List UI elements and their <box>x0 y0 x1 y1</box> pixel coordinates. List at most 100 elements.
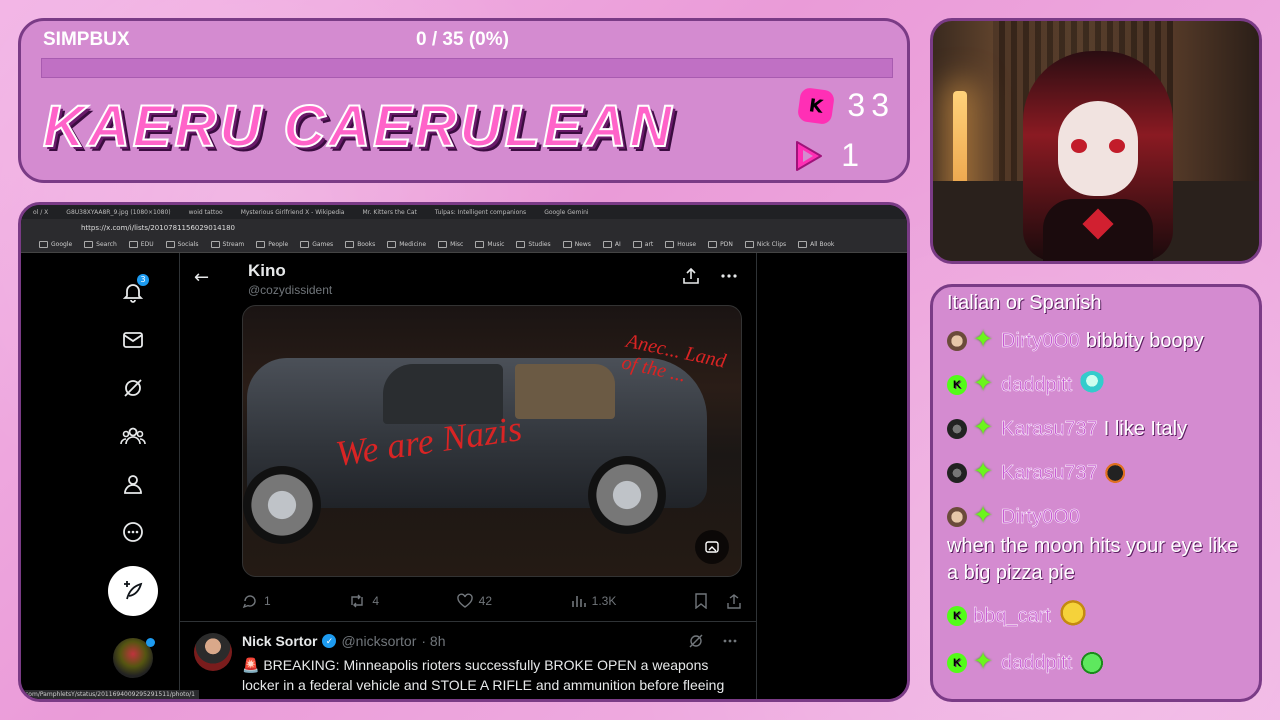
kick-followers-stat: K 33 <box>797 86 895 125</box>
bookmark-folder[interactable]: AI <box>603 241 621 248</box>
bookmarks-bar: Google Search EDU Socials Stream People … <box>21 237 907 253</box>
author-handle[interactable]: @nicksortor <box>341 633 416 649</box>
bookmark-folder[interactable]: PDN <box>708 241 733 248</box>
bookmark-folder[interactable]: Music <box>475 241 504 248</box>
url-text[interactable]: https://x.com/i/lists/201078115602901418… <box>81 224 235 232</box>
all-bookmarks[interactable]: All Book <box>798 241 834 248</box>
repost-count: 4 <box>372 594 380 608</box>
profile-icon <box>124 475 142 494</box>
address-bar[interactable]: https://x.com/i/lists/201078115602901418… <box>21 219 907 237</box>
reply-button[interactable]: 1 <box>242 593 271 609</box>
bookmark-folder[interactable]: Stream <box>211 241 245 248</box>
sparkle-badge-icon: ✦ <box>973 648 994 675</box>
back-arrow-icon[interactable]: ← <box>194 267 209 288</box>
user-avatar-badge <box>947 463 967 483</box>
bookmark-folder[interactable]: Misc <box>438 241 463 248</box>
author-avatar[interactable] <box>194 633 232 671</box>
communities-nav[interactable] <box>109 412 157 460</box>
more-circle-icon <box>123 522 143 542</box>
browser-tab[interactable]: ol / X <box>33 209 48 216</box>
like-button[interactable]: 42 <box>456 593 492 609</box>
bookmark-folder[interactable]: Medicine <box>387 241 426 248</box>
emote-icon <box>1056 600 1089 632</box>
timeline: ← Kino @cozydissident We are Nazis Anec.… <box>179 253 757 699</box>
bookmark-folder[interactable]: art <box>633 241 654 248</box>
chat-messages: Italian or Spanish ✦ Dirty0O0 bibbity bo… <box>947 289 1253 677</box>
chat-username: Dirty0O0 <box>1001 505 1080 528</box>
user-avatar-badge <box>947 331 967 351</box>
browser-tab[interactable]: Mr. Kitters the Cat <box>362 209 416 216</box>
mail-icon <box>123 332 143 348</box>
list-header: ← Kino @cozydissident <box>180 253 756 305</box>
vtuber-eye <box>1071 139 1087 153</box>
compose-post-button[interactable] <box>108 566 158 616</box>
tweet-header: Nick Sortor ✓ @nicksortor · 8h <box>242 633 446 649</box>
bookmark-share-group <box>694 593 742 609</box>
kick-icon: K <box>797 86 836 125</box>
share-icon[interactable] <box>682 267 700 285</box>
tweet-text: 🚨 BREAKING: Minneapolis rioters successf… <box>242 657 725 693</box>
grok-nav[interactable] <box>109 364 157 412</box>
chat-message: when the moon hits your eye like a big p… <box>947 533 1253 587</box>
webcam-panel <box>930 18 1262 264</box>
sparkle-badge-icon: ✦ <box>973 414 994 441</box>
reply-count: 1 <box>264 594 271 608</box>
chat-username: daddpitt <box>1001 373 1073 396</box>
profile-nav[interactable] <box>109 460 157 508</box>
bookmark-folder[interactable]: Google <box>39 241 72 248</box>
user-avatar-badge <box>947 507 967 527</box>
bookmark-icon[interactable] <box>694 593 708 609</box>
chat-username: Karasu737 <box>1001 417 1098 440</box>
simpbux-label: SIMPBUX <box>43 29 130 50</box>
tweet-header-icons <box>688 633 738 649</box>
browser-tab[interactable]: Tulpas: Intelligent companions <box>435 209 526 216</box>
browser-tab[interactable]: Google Gemini <box>544 209 588 216</box>
bookmark-folder[interactable]: Studies <box>516 241 550 248</box>
chat-message: K ✦ daddpitt <box>947 649 1253 677</box>
messages-nav[interactable] <box>109 316 157 364</box>
tweet-time[interactable]: · 8h <box>421 633 445 649</box>
verified-badge-icon: ✓ <box>322 634 337 648</box>
chat-message: Italian or Spanish <box>947 289 1253 317</box>
emote-icon <box>1103 459 1132 487</box>
chat-username: Karasu737 <box>1001 461 1098 484</box>
more-dots-icon[interactable] <box>720 267 738 285</box>
author-name[interactable]: Nick Sortor <box>242 633 317 649</box>
more-nav[interactable] <box>109 508 157 556</box>
bookmark-folder[interactable]: Search <box>84 241 117 248</box>
chat-message: ✦ Dirty0O0 <box>947 503 1253 531</box>
list-handle[interactable]: @cozydissident <box>248 283 332 297</box>
bookmark-folder[interactable]: People <box>256 241 288 248</box>
views-button[interactable]: 1.3K <box>570 593 616 609</box>
bookmark-folder[interactable]: Games <box>300 241 333 248</box>
more-dots-icon[interactable] <box>722 633 738 649</box>
browser-tab[interactable]: G8U38XYAA8R_9.jpg (1080×1080) <box>66 209 170 216</box>
bookmark-folder[interactable]: House <box>665 241 696 248</box>
bar-chart-icon <box>571 596 586 607</box>
simpbux-progress-bar <box>41 58 893 78</box>
repost-icon <box>351 594 364 608</box>
chat-message: ✦ Karasu737 <box>947 459 1253 487</box>
account-avatar[interactable] <box>113 638 155 678</box>
grok-icon[interactable] <box>688 633 704 649</box>
image-edit-button[interactable] <box>695 530 729 564</box>
repost-button[interactable]: 4 <box>348 593 379 609</box>
twitch-followers-stat: 1 <box>791 137 865 174</box>
notifications-nav[interactable]: 3 <box>109 268 157 316</box>
tweet-media-image[interactable]: We are Nazis Anec... Land of the ... <box>242 305 742 577</box>
kick-badge-icon: K <box>947 653 967 673</box>
sparkle-badge-icon: ✦ <box>973 370 994 397</box>
bookmark-folder[interactable]: EDU <box>129 241 154 248</box>
browser-tab[interactable]: woid tattoo <box>189 209 223 216</box>
x-page: 3 ← Kino @cozydissident We are Nazis Ane… <box>21 253 907 699</box>
bookmark-folder[interactable]: Socials <box>166 241 199 248</box>
bookmark-folder[interactable]: Nick Clips <box>745 241 786 248</box>
share-icon[interactable] <box>726 593 742 609</box>
bookmark-folder[interactable]: News <box>563 241 591 248</box>
sparkle-badge-icon: ✦ <box>973 502 994 529</box>
header-actions <box>682 267 738 285</box>
browser-tab[interactable]: Mysterious Girlfriend X - Wikipedia <box>241 209 345 216</box>
bookmark-folder[interactable]: Books <box>345 241 375 248</box>
chat-username: daddpitt <box>1001 651 1073 674</box>
chat-message: K ✦ daddpitt <box>947 371 1253 399</box>
